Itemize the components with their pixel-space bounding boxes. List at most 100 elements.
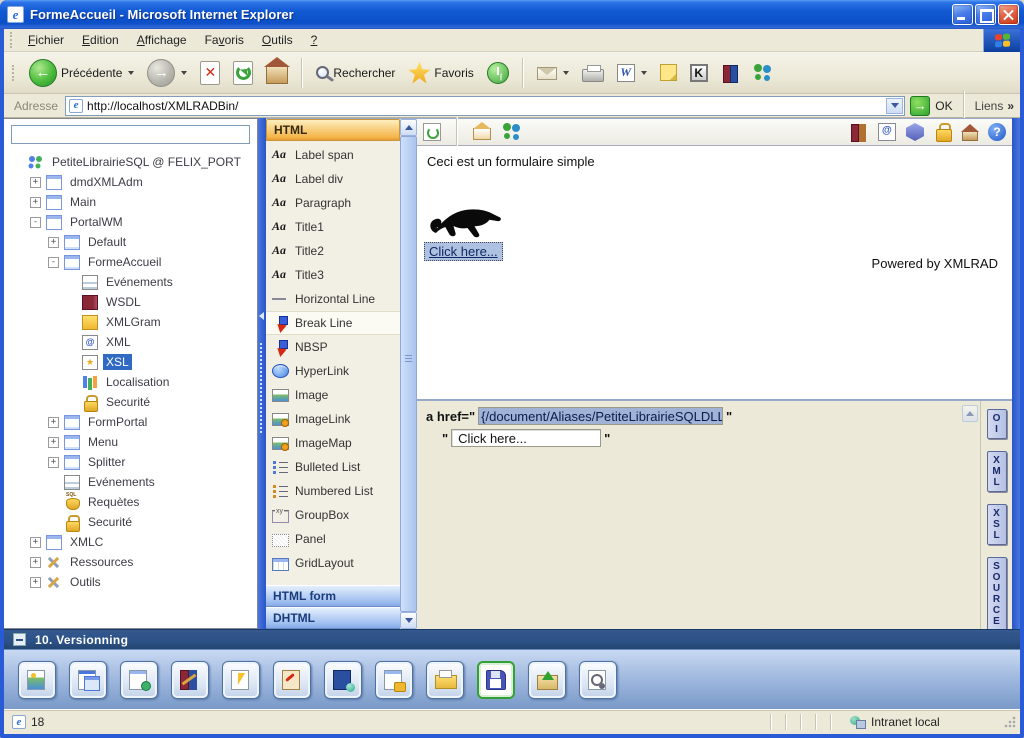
messenger-button[interactable] <box>747 61 779 85</box>
mail-dropdown-icon[interactable] <box>563 71 569 75</box>
tree-item-wsdl[interactable]: WSDL <box>8 292 253 312</box>
mail-open-icon[interactable] <box>473 128 491 140</box>
cat-image[interactable] <box>428 201 506 243</box>
toolbox-item-label-div[interactable]: Label div <box>266 167 400 191</box>
versionning-tool-windows-button[interactable] <box>69 661 107 699</box>
href-value-field[interactable]: {/document/Aliases/PetiteLibrairieSQLDLL… <box>478 407 723 425</box>
toolbox-item-title2[interactable]: Title2 <box>266 239 400 263</box>
toolbox-item-title3[interactable]: Title3 <box>266 263 400 287</box>
back-dropdown-icon[interactable] <box>128 71 134 75</box>
toolbox-section-dhtml[interactable]: DHTML <box>266 607 400 629</box>
versionning-tool-image-button[interactable] <box>18 661 56 699</box>
hexagon-icon[interactable] <box>906 123 924 141</box>
versionning-bar[interactable]: 10. Versionning <box>4 629 1020 650</box>
toolbox-item-panel[interactable]: Panel <box>266 527 400 551</box>
versionning-tool-printbox-button[interactable] <box>426 661 464 699</box>
toolbox-item-imagelink[interactable]: ImageLink <box>266 407 400 431</box>
toolbox-item-imagemap[interactable]: ImageMap <box>266 431 400 455</box>
collapse-icon[interactable]: - <box>48 257 59 268</box>
tree-item-formportal[interactable]: +FormPortal <box>8 412 253 432</box>
print-button[interactable] <box>577 60 609 85</box>
menu-outils[interactable]: Outils <box>253 30 302 50</box>
home-page-icon[interactable] <box>962 131 978 141</box>
href-selected-value[interactable]: {/document/Aliases/PetiteLibrairieSQLDLL… <box>479 408 723 425</box>
toolbox-item-label-span[interactable]: Label span <box>266 143 400 167</box>
library-icon[interactable] <box>850 123 868 141</box>
back-button[interactable]: ← Précédente <box>24 56 139 90</box>
mail-button[interactable] <box>532 62 574 83</box>
toolbox-section-html[interactable]: HTML <box>266 119 400 141</box>
tab-oi[interactable]: OI <box>987 409 1007 439</box>
scrollbar-thumb[interactable] <box>400 136 417 612</box>
menu-favoris[interactable]: Favoris <box>196 30 253 50</box>
versionning-tool-save-button[interactable] <box>477 661 515 699</box>
tree-item-requ-tes[interactable]: Requètes <box>8 492 253 512</box>
panel-splitter[interactable] <box>258 118 266 629</box>
toolbox-item-bulleted-list[interactable]: Bulleted List <box>266 455 400 479</box>
notes-button[interactable] <box>655 61 682 84</box>
expand-icon[interactable]: + <box>48 237 59 248</box>
tab-source[interactable]: SOURCE <box>987 557 1007 631</box>
refresh-button[interactable] <box>228 58 258 88</box>
click-here-link[interactable]: Click here... <box>424 242 503 261</box>
explorer-filter-input[interactable] <box>11 125 250 144</box>
address-input[interactable] <box>87 99 882 113</box>
collapse-icon[interactable]: - <box>30 217 41 228</box>
expand-icon[interactable]: + <box>30 557 41 568</box>
toolbox-item-title1[interactable]: Title1 <box>266 215 400 239</box>
messenger-buddies-icon[interactable] <box>501 123 523 141</box>
toolbar-grip[interactable] <box>12 65 17 81</box>
toolbox-item-nbsp[interactable]: NBSP <box>266 335 400 359</box>
refresh-page-icon[interactable] <box>423 123 441 141</box>
toolbox-scrollbar[interactable] <box>400 118 417 629</box>
tree-item-dmdxmladm[interactable]: +dmdXMLAdm <box>8 172 253 192</box>
xsl-code-panel[interactable]: a href=" {/document/Aliases/PetiteLibrai… <box>417 401 981 629</box>
research-button[interactable] <box>716 61 744 85</box>
report-icon[interactable] <box>878 123 896 141</box>
favorites-button[interactable]: Favoris <box>403 59 478 87</box>
scroll-down-button[interactable] <box>400 612 417 629</box>
go-button[interactable]: → <box>910 96 930 116</box>
tab-xsl[interactable]: XSL <box>987 504 1007 545</box>
toolbox-item-paragraph[interactable]: Paragraph <box>266 191 400 215</box>
k-tool-button[interactable]: K <box>685 61 713 85</box>
toolbox-item-numbered-list[interactable]: Numbered List <box>266 479 400 503</box>
versionning-tool-winlock-button[interactable] <box>375 661 413 699</box>
tree-item-xmlgram[interactable]: XMLGram <box>8 312 253 332</box>
stop-button[interactable]: ✕ <box>195 58 225 88</box>
collapse-section-icon[interactable] <box>13 633 26 646</box>
search-button[interactable]: Rechercher <box>311 63 400 83</box>
expand-icon[interactable]: + <box>30 197 41 208</box>
tree-item-portalwm[interactable]: -PortalWM <box>8 212 253 232</box>
tree-item-localisation[interactable]: Localisation <box>8 372 253 392</box>
expand-icon[interactable]: + <box>48 417 59 428</box>
toolbox-item-horizontal-line[interactable]: Horizontal Line <box>266 287 400 311</box>
menu-fichier[interactable]: Fichier <box>19 30 73 50</box>
help-icon[interactable] <box>988 123 1006 141</box>
code-scrollbar[interactable] <box>962 405 978 445</box>
maximize-button[interactable] <box>975 4 996 25</box>
tree-item-default[interactable]: +Default <box>8 232 253 252</box>
collapse-arrow-icon[interactable] <box>259 312 264 320</box>
versionning-tool-formlist-button[interactable] <box>120 661 158 699</box>
versionning-tool-libtools-button[interactable] <box>171 661 209 699</box>
toolbox-section-html-form[interactable]: HTML form <box>266 585 400 607</box>
expand-icon[interactable]: + <box>48 457 59 468</box>
links-chevron-icon[interactable]: » <box>1007 99 1014 113</box>
tree-item-securit[interactable]: Securité <box>8 512 253 532</box>
word-dropdown-icon[interactable] <box>641 71 647 75</box>
forward-button[interactable]: → <box>142 56 192 90</box>
resize-grip[interactable] <box>1003 715 1017 729</box>
tree-item-ev-nements[interactable]: Evénements <box>8 272 253 292</box>
expand-icon[interactable]: + <box>48 437 59 448</box>
tree-item-xml[interactable]: XML <box>8 332 253 352</box>
tree-item-xmlc[interactable]: +XMLC <box>8 532 253 552</box>
menu-edition[interactable]: Edition <box>73 30 128 50</box>
tree-item-main[interactable]: +Main <box>8 192 253 212</box>
minimize-button[interactable] <box>952 4 973 25</box>
menu-affichage[interactable]: Affichage <box>128 30 196 50</box>
close-button[interactable] <box>998 4 1019 25</box>
link-text-field[interactable]: Click here... <box>451 429 601 447</box>
versionning-tool-bookball-button[interactable] <box>324 661 362 699</box>
versionning-tool-find-button[interactable] <box>579 661 617 699</box>
